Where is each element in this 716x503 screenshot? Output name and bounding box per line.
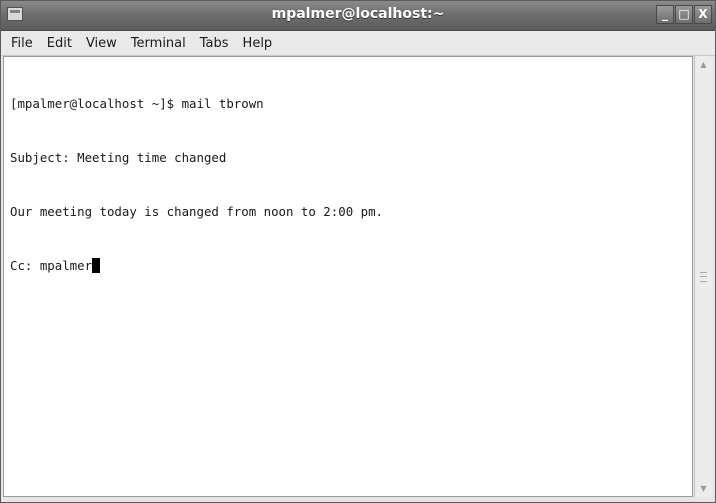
menu-tabs[interactable]: Tabs: [194, 36, 235, 51]
menu-bar: File Edit View Terminal Tabs Help: [1, 31, 715, 56]
minimize-button[interactable]: _: [656, 5, 674, 24]
scroll-grip-icon[interactable]: [700, 272, 707, 282]
title-bar[interactable]: mpalmer@localhost:~ _ □ X: [1, 1, 715, 31]
menu-help[interactable]: Help: [237, 36, 279, 51]
menu-edit[interactable]: Edit: [41, 36, 78, 51]
menu-view[interactable]: View: [80, 36, 123, 51]
window-title: mpalmer@localhost:~: [271, 6, 445, 22]
terminal-current-line: Cc: mpalmer: [10, 257, 383, 275]
vertical-scrollbar[interactable]: ▲ ▼: [694, 56, 712, 497]
terminal-current-text: Cc: mpalmer: [10, 258, 93, 273]
terminal-text: [mpalmer@localhost ~]$ mail tbrown Subje…: [10, 59, 383, 311]
window-controls: _ □ X: [656, 5, 712, 24]
menu-file[interactable]: File: [5, 36, 39, 51]
close-button[interactable]: X: [694, 5, 712, 24]
scroll-down-icon[interactable]: ▼: [698, 483, 709, 494]
terminal-line: Our meeting today is changed from noon t…: [10, 204, 383, 219]
terminal-line: Subject: Meeting time changed: [10, 150, 227, 165]
terminal-line: [mpalmer@localhost ~]$ mail tbrown: [10, 96, 264, 111]
terminal-output[interactable]: [mpalmer@localhost ~]$ mail tbrown Subje…: [3, 56, 693, 497]
menu-terminal[interactable]: Terminal: [125, 36, 192, 51]
text-cursor: [92, 258, 101, 273]
maximize-button[interactable]: □: [675, 5, 693, 24]
scroll-up-icon[interactable]: ▲: [698, 59, 709, 70]
